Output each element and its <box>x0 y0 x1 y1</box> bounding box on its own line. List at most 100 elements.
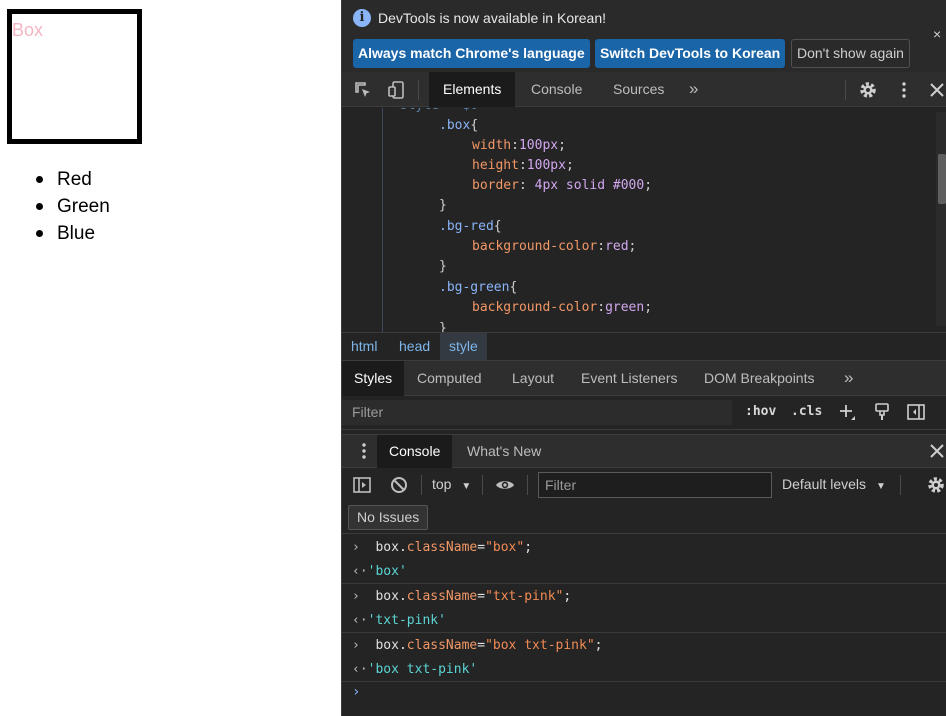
issues-row: No Issues <box>342 502 946 534</box>
switch-to-korean-button[interactable]: Switch DevTools to Korean <box>595 39 786 68</box>
chevron-down-icon: ▼ <box>875 481 886 492</box>
console-filter-input[interactable]: Filter <box>538 472 772 498</box>
code-line: background-color:red; <box>472 239 637 254</box>
divider <box>845 80 846 100</box>
rendered-page: Box Red Green Blue <box>0 0 341 716</box>
console-result-line: ‹·'box txt-pink' <box>352 662 478 677</box>
tab-sources[interactable]: Sources <box>599 72 678 107</box>
css-selector: .bg-red <box>439 219 494 234</box>
input-arrow-icon: › <box>352 589 360 604</box>
tab-event-listeners[interactable]: Event Listeners <box>569 361 690 396</box>
drawer-tab-whats-new[interactable]: What's New <box>455 435 553 468</box>
tab-computed[interactable]: Computed <box>405 361 494 396</box>
code-line: background-color:green; <box>472 300 653 315</box>
drawer-menu-icon[interactable] <box>354 441 374 461</box>
output-arrow-icon: ‹· <box>352 564 368 579</box>
console-input-line: › box.className="box txt-pink"; <box>352 638 603 653</box>
settings-gear-icon[interactable] <box>858 80 878 100</box>
log-levels-select[interactable]: Default levels ▼ <box>782 476 886 492</box>
close-drawer-icon[interactable] <box>927 441 946 461</box>
divider <box>418 80 419 100</box>
css-value: 100px <box>526 158 566 173</box>
styles-filter-input[interactable]: Filter <box>342 400 732 425</box>
drawer-tab-console[interactable]: Console <box>377 435 453 468</box>
code-line: .bg-green{ <box>439 278 517 298</box>
always-match-language-button[interactable]: Always match Chrome's language <box>353 39 590 68</box>
crumb-style[interactable]: style <box>440 333 487 360</box>
divider <box>482 475 483 495</box>
css-property: background-color <box>472 300 598 315</box>
code-line: .box{ <box>439 116 478 136</box>
main-tabbar: Elements Console Sources » <box>342 72 946 107</box>
more-subtabs-icon[interactable]: » <box>844 361 853 396</box>
css-brace: { <box>470 118 479 133</box>
toggle-sidebar-icon[interactable] <box>906 402 926 422</box>
crumb-html[interactable]: html <box>342 333 386 360</box>
devtools-panel: i DevTools is now available in Korean! ×… <box>341 0 946 716</box>
context-value: top <box>432 476 452 492</box>
list-item-red: Red <box>36 166 110 193</box>
console-entry: › box.className="txt-pink"; ‹·'txt-pink' <box>342 584 946 633</box>
code-line: } <box>439 321 447 332</box>
input-arrow-icon: › <box>352 638 360 653</box>
css-brace: { <box>493 219 502 234</box>
color-list: Red Green Blue <box>36 166 110 247</box>
console-result-line: ‹·'box' <box>352 564 407 579</box>
code-line: } <box>439 198 447 213</box>
tab-layout[interactable]: Layout <box>500 361 566 396</box>
console-entry: › box.className="box"; ‹·'box' <box>342 535 946 584</box>
kebab-menu-icon[interactable] <box>894 80 914 100</box>
code-scrollbar[interactable] <box>936 112 946 326</box>
tab-dom-breakpoints[interactable]: DOM Breakpoints <box>692 361 826 396</box>
code-line: .bg-red{ <box>439 217 502 237</box>
cls-toggle[interactable]: .cls <box>791 404 822 419</box>
console-entry: › box.className="box txt-pink"; ‹·'box t… <box>342 633 946 682</box>
device-toolbar-icon[interactable] <box>387 80 407 100</box>
console-output: › box.className="box"; ‹·'box' › box.cla… <box>342 535 946 716</box>
close-devtools-icon[interactable] <box>927 80 946 100</box>
divider <box>421 475 422 495</box>
tab-console[interactable]: Console <box>517 72 596 107</box>
input-arrow-icon: › <box>352 540 360 555</box>
tab-styles[interactable]: Styles <box>342 361 405 396</box>
clear-console-icon[interactable] <box>389 475 409 495</box>
console-toolbar: top ▼ Filter Default levels ▼ <box>342 468 946 502</box>
no-issues-button[interactable]: No Issues <box>348 505 429 530</box>
dont-show-again-button[interactable]: Don't show again <box>791 39 910 68</box>
console-settings-gear-icon[interactable] <box>926 475 946 495</box>
paint-brush-icon[interactable] <box>872 402 892 422</box>
infobar-close-icon[interactable]: × <box>933 26 941 42</box>
output-arrow-icon: ‹· <box>352 613 368 628</box>
info-icon: i <box>353 9 371 27</box>
tab-elements[interactable]: Elements <box>429 72 516 107</box>
context-select[interactable]: top ▼ <box>432 476 471 492</box>
output-arrow-icon: ‹· <box>352 662 368 677</box>
css-property: width <box>472 138 512 153</box>
code-line: width:100px; <box>472 138 566 153</box>
box-element[interactable]: Box <box>7 9 142 144</box>
inspect-element-icon[interactable] <box>353 80 373 100</box>
box-label: Box <box>12 20 44 40</box>
css-brace: { <box>509 280 518 295</box>
more-tabs-icon[interactable]: » <box>689 72 698 107</box>
screen: Box Red Green Blue i DevTools is now ava… <box>0 0 946 716</box>
console-prompt-input[interactable]: › <box>352 684 360 700</box>
list-item-blue: Blue <box>36 220 110 247</box>
chevron-down-icon: ▼ <box>461 481 472 492</box>
drawer-tabbar: Console What's New <box>342 434 946 468</box>
list-item-green: Green <box>36 193 110 220</box>
live-expression-eye-icon[interactable] <box>495 475 515 495</box>
css-selector: .bg-green <box>439 280 510 295</box>
code-scrollbar-thumb[interactable] <box>938 154 946 204</box>
css-value: 4px solid #000 <box>526 178 645 193</box>
show-sidebar-icon[interactable] <box>352 475 372 495</box>
indent-guide <box>382 108 383 332</box>
css-property: background-color <box>472 239 598 254</box>
new-style-rule-icon[interactable] <box>837 402 857 422</box>
crumb-head[interactable]: head <box>390 333 439 360</box>
css-selector: .box <box>439 118 471 133</box>
code-line: border: 4px solid #000; <box>472 178 653 193</box>
styles-filter-row: Filter :hov .cls <box>342 396 946 430</box>
hov-toggle[interactable]: :hov <box>745 404 776 419</box>
css-value: green <box>605 300 645 315</box>
